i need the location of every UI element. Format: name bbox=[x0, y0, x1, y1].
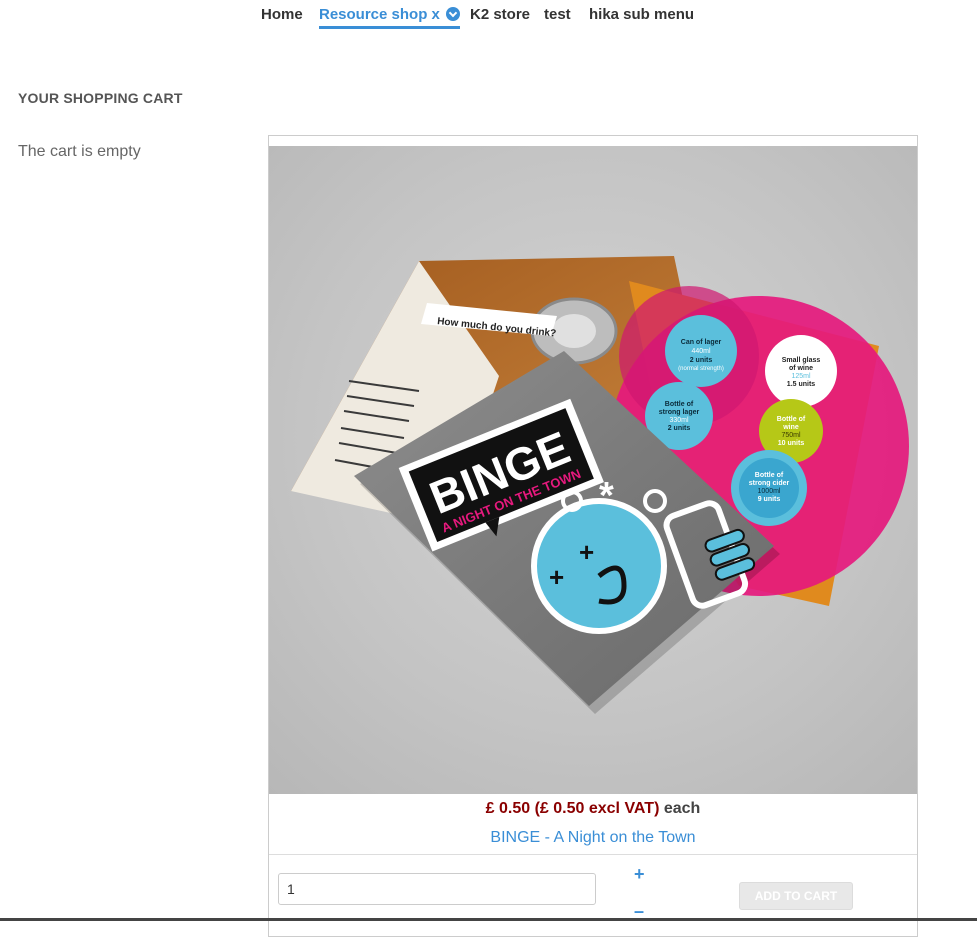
cart-title: YOUR SHOPPING CART bbox=[18, 90, 183, 106]
svg-text:1.5 units: 1.5 units bbox=[787, 381, 816, 388]
svg-text:Can of lager: Can of lager bbox=[681, 339, 722, 346]
svg-text:9 units: 9 units bbox=[758, 496, 781, 503]
product-card: How much do you drink? Can of lager 440m… bbox=[268, 135, 918, 937]
svg-text:Bottle of: Bottle of bbox=[777, 416, 806, 423]
svg-text:wine: wine bbox=[782, 424, 799, 431]
quantity-input[interactable] bbox=[278, 873, 596, 905]
unit-bubble-1: Can of lager 440ml 2 units (normal stren… bbox=[665, 315, 737, 387]
cart-empty-message: The cart is empty bbox=[18, 143, 141, 160]
nav-resource-shop-label: Resource shop x bbox=[319, 6, 440, 23]
nav-hika-sub-menu[interactable]: hika sub menu bbox=[589, 6, 694, 24]
svg-text:2 units: 2 units bbox=[668, 425, 691, 432]
svg-text:Bottle of: Bottle of bbox=[755, 472, 784, 479]
svg-text:330ml: 330ml bbox=[669, 417, 689, 424]
svg-text:*: * bbox=[599, 475, 614, 517]
svg-text:strong lager: strong lager bbox=[659, 409, 700, 416]
svg-text:strong cider: strong cider bbox=[749, 480, 790, 487]
product-price: £ 0.50 (£ 0.50 excl VAT) bbox=[485, 800, 660, 817]
quantity-increase-button[interactable]: + bbox=[634, 864, 645, 885]
main-nav: Home Resource shop x K2 store test hika … bbox=[0, 6, 977, 32]
nav-test[interactable]: test bbox=[544, 6, 571, 24]
svg-text:125ml: 125ml bbox=[791, 373, 811, 380]
svg-text:(normal strength): (normal strength) bbox=[678, 366, 724, 372]
svg-text:Bottle of: Bottle of bbox=[665, 401, 694, 408]
price-line: £ 0.50 (£ 0.50 excl VAT) each bbox=[269, 800, 917, 818]
price-suffix: each bbox=[663, 800, 701, 817]
product-image[interactable]: How much do you drink? Can of lager 440m… bbox=[269, 146, 917, 794]
svg-text:1000ml: 1000ml bbox=[758, 488, 781, 495]
svg-text:of wine: of wine bbox=[789, 365, 813, 372]
nav-k2-store[interactable]: K2 store bbox=[470, 6, 530, 24]
svg-text:10 units: 10 units bbox=[778, 440, 805, 447]
svg-text:+: + bbox=[579, 537, 594, 567]
svg-text:Small glass: Small glass bbox=[782, 357, 821, 364]
svg-text:+: + bbox=[549, 562, 564, 592]
svg-text:2 units: 2 units bbox=[690, 357, 713, 364]
unit-bubble-5: Bottle of strong cider 1000ml 9 units bbox=[731, 450, 807, 526]
add-to-cart-button[interactable]: ADD TO CART bbox=[739, 882, 853, 910]
divider bbox=[269, 854, 917, 855]
unit-bubble-2: Small glass of wine 125ml 1.5 units bbox=[765, 335, 837, 407]
nav-resource-shop[interactable]: Resource shop x bbox=[319, 6, 460, 29]
chevron-down-icon[interactable] bbox=[445, 7, 460, 21]
binge-leaflet-illustration: How much do you drink? Can of lager 440m… bbox=[291, 256, 909, 714]
svg-text:750ml: 750ml bbox=[781, 432, 801, 439]
nav-home[interactable]: Home bbox=[261, 6, 303, 24]
svg-text:440ml: 440ml bbox=[691, 348, 711, 355]
product-name-link[interactable]: BINGE - A Night on the Town bbox=[269, 829, 917, 847]
